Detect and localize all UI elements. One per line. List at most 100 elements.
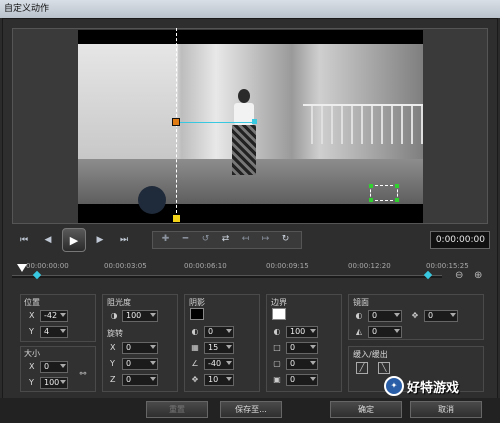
rotation-y-label: Y — [110, 359, 115, 368]
shadow-distance-icon: ✥ — [191, 375, 199, 384]
keyframe-toolbar: ✚ ━ ↺ ⇄ ↤ ↦ ↻ — [152, 231, 302, 249]
prev-keyframe-icon[interactable]: ↤ — [237, 234, 254, 246]
keyframe-track[interactable] — [12, 275, 442, 278]
border-radius-icon: ▢ — [273, 359, 281, 368]
ruler-tick: 00:00:03:05 — [104, 262, 147, 270]
video-frame-image — [78, 44, 423, 214]
mirror-opacity-field[interactable]: 0 — [368, 310, 402, 322]
shadow-angle-icon: ∠ — [191, 359, 199, 368]
position-x-label: X — [29, 311, 35, 320]
reverse-icon[interactable]: ↺ — [197, 234, 214, 246]
play-button[interactable]: ▶ — [62, 228, 86, 252]
window-title: 自定义动作 — [0, 0, 500, 18]
fade-in-icon[interactable]: ╱ — [356, 362, 368, 374]
watermark-text: 好特游戏 — [407, 380, 460, 396]
position-x-field[interactable]: -42 — [40, 310, 68, 322]
resize-handle[interactable] — [395, 184, 399, 188]
position-y-field[interactable]: 4 — [40, 326, 68, 338]
rotation-z-field[interactable]: 0 — [122, 374, 158, 386]
shadow-opacity-field[interactable]: 0 — [204, 326, 234, 338]
size-y-label: Y — [29, 378, 34, 387]
shadow-blur-field[interactable]: 15 — [204, 342, 234, 354]
resize-handle[interactable] — [395, 198, 399, 202]
playhead[interactable] — [17, 264, 27, 272]
link-aspect-icon[interactable]: ⚯ — [78, 369, 88, 379]
opacity-icon: ◑ — [110, 311, 118, 320]
mirror-fade-field[interactable]: 0 — [368, 326, 402, 338]
opacity-field[interactable]: 100 — [122, 310, 158, 322]
reset-keyframe-icon[interactable]: ↻ — [277, 234, 294, 246]
ruler-tick: 00:00:09:15 — [266, 262, 309, 270]
position-label: 位置 — [24, 298, 40, 307]
swap-keyframes-icon[interactable]: ⇄ — [217, 234, 234, 246]
motion-path-line — [176, 122, 256, 123]
resize-handle[interactable] — [369, 198, 373, 202]
previous-frame-icon[interactable]: ◀ — [40, 233, 56, 247]
rotation-x-field[interactable]: 0 — [122, 342, 158, 354]
shadow-angle-field[interactable]: -40 — [204, 358, 234, 370]
position-y-label: Y — [29, 327, 34, 336]
ok-button[interactable]: 确定 — [330, 401, 402, 418]
shadow-blur-icon: ▦ — [191, 343, 199, 352]
cancel-button[interactable]: 取消 — [410, 401, 482, 418]
shadow-label: 阴影 — [189, 298, 205, 307]
shadow-distance-field[interactable]: 10 — [204, 374, 234, 386]
size-x-label: X — [29, 362, 35, 371]
go-to-start-icon[interactable]: ⏮ — [16, 233, 32, 247]
timecode-field[interactable]: 0:00:00:00 — [430, 231, 490, 249]
ruler-tick: 00:00:12:20 — [348, 262, 391, 270]
border-width-field[interactable]: 0 — [286, 342, 318, 354]
shadow-opacity-icon: ◐ — [191, 327, 199, 336]
railing — [303, 104, 423, 144]
remove-keyframe-icon[interactable]: ━ — [177, 234, 194, 246]
ruler-tick: 00:00:00:00 — [26, 262, 69, 270]
border-opacity-field[interactable]: 100 — [286, 326, 318, 338]
anchor-handle[interactable] — [172, 118, 180, 126]
rotation-label: 旋转 — [107, 329, 123, 338]
zoom-in-icon[interactable]: ⊕ — [474, 270, 486, 282]
path-point-handle[interactable] — [252, 119, 257, 124]
mirror-distance-icon: ✥ — [411, 311, 419, 320]
border-width-icon: □ — [273, 343, 281, 352]
border-color-swatch[interactable] — [272, 308, 286, 320]
watermark: ✦ 好特游戏 — [384, 374, 494, 398]
size-x-field[interactable]: 0 — [40, 361, 68, 373]
fade-label: 缓入/缓出 — [353, 350, 388, 359]
playback-controls: ⏮ ◀ ▶ ▶ ⏭ ✚ ━ ↺ ⇄ ↤ ↦ ↻ 0:00:00:00 — [12, 228, 490, 254]
head — [238, 89, 250, 103]
dark-circle-object — [138, 186, 166, 214]
selection-box[interactable] — [369, 184, 399, 202]
play-icon: ▶ — [69, 233, 79, 247]
save-as-button[interactable]: 保存至... — [220, 401, 282, 418]
next-frame-icon[interactable]: ▶ — [92, 233, 108, 247]
border-label: 边界 — [271, 298, 287, 307]
timeline-ruler[interactable]: 00:00:00:00 00:00:03:05 00:00:06:10 00:0… — [12, 258, 469, 286]
opacity-label: 阻光度 — [107, 298, 131, 307]
ruler-tick: 00:00:15:25 — [426, 262, 469, 270]
go-to-end-icon[interactable]: ⏭ — [116, 233, 132, 247]
person-figure — [226, 89, 262, 189]
mirror-label: 镜面 — [353, 298, 369, 307]
mirror-distance-field[interactable]: 0 — [424, 310, 458, 322]
rotation-z-label: Z — [110, 375, 116, 384]
fade-out-icon[interactable]: ╲ — [378, 362, 390, 374]
next-keyframe-icon[interactable]: ↦ — [257, 234, 274, 246]
mirror-fade-icon: ◭ — [355, 327, 363, 336]
add-keyframe-icon[interactable]: ✚ — [157, 234, 174, 246]
ruler-tick: 00:00:06:10 — [184, 262, 227, 270]
rotation-y-field[interactable]: 0 — [122, 358, 158, 370]
border-inner-icon: ▣ — [273, 375, 281, 384]
zoom-out-icon[interactable]: ⊖ — [455, 270, 467, 282]
mirror-opacity-icon: ◐ — [355, 311, 363, 320]
watermark-logo-icon: ✦ — [384, 376, 404, 396]
size-y-field[interactable]: 100 — [40, 377, 68, 389]
bottom-handle[interactable] — [173, 215, 180, 222]
border-radius-field[interactable]: 0 — [286, 358, 318, 370]
shadow-color-swatch[interactable] — [190, 308, 204, 320]
border-inner-field[interactable]: 0 — [286, 374, 318, 386]
border-opacity-icon: ◐ — [273, 327, 281, 336]
size-label: 大小 — [24, 349, 40, 358]
resize-handle[interactable] — [369, 184, 373, 188]
reset-button[interactable]: 重置 — [146, 401, 208, 418]
rotation-x-label: X — [110, 343, 116, 352]
